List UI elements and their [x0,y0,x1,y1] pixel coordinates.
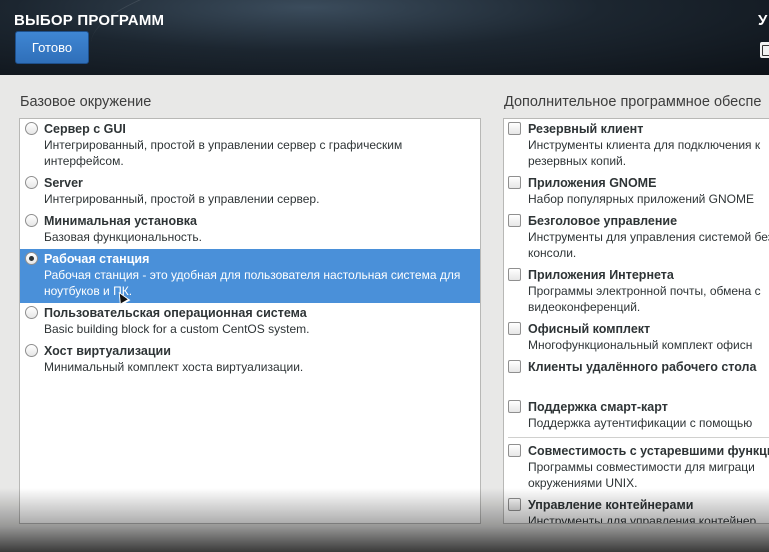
addon-item-backup-client[interactable]: Резервный клиент Инструменты клиента для… [504,119,769,173]
addon-item-remote-desktop-clients[interactable]: Клиенты удалённого рабочего стола [504,357,769,397]
addon-item-container-management[interactable]: Управление контейнерами Инструменты для … [504,495,769,524]
separator [508,437,769,438]
checkbox[interactable] [508,498,521,511]
env-desc: Интегрированный, простой в управлении се… [44,192,320,206]
env-name: Пользовательская операционная система [44,306,307,320]
addon-item-legacy-compat[interactable]: Совместимость с устаревшими функци Прогр… [504,441,769,495]
checkbox[interactable] [508,322,521,335]
addon-name: Безголовое управление [528,214,678,228]
env-desc: Минимальный комплект хоста виртуализации… [44,360,304,374]
env-item-server[interactable]: Server Интегрированный, простой в управл… [20,173,480,211]
addon-desc: Набор популярных приложений GNOME [528,192,755,206]
addon-item-smart-card-support[interactable]: Поддержка смарт-карт Поддержка аутентифи… [504,397,769,435]
env-item-workstation[interactable]: Рабочая станция Рабочая станция - это уд… [20,249,480,303]
addon-desc: Инструменты для управления системой без … [528,230,769,260]
addon-desc: Программы совместимости для миграци окру… [528,460,755,490]
addon-name: Совместимость с устаревшими функци [528,444,769,458]
env-desc: Basic building block for a custom CentOS… [44,322,310,336]
addon-name: Поддержка смарт-карт [528,400,668,414]
env-item-custom-os[interactable]: Пользовательская операционная система Ba… [20,303,480,341]
checkbox[interactable] [508,214,521,227]
addon-name: Управление контейнерами [528,498,694,512]
env-name: Минимальная установка [44,214,198,228]
addons-label: Дополнительное программное обеспе [504,94,762,110]
addon-name: Приложения GNOME [528,176,657,190]
env-name: Хост виртуализации [44,344,171,358]
env-item-server-gui[interactable]: Сервер с GUI Интегрированный, простой в … [20,119,480,173]
addon-spacer [528,375,769,393]
checkbox[interactable] [508,360,521,373]
env-item-virtualization-host[interactable]: Хост виртуализации Минимальный комплект … [20,341,480,379]
addon-item-gnome-apps[interactable]: Приложения GNOME Набор популярных прилож… [504,173,769,211]
checkbox[interactable] [508,400,521,413]
done-button[interactable]: Готово [15,31,89,64]
checkbox[interactable] [508,268,521,281]
addon-item-internet-apps[interactable]: Приложения Интернета Программы электронн… [504,265,769,319]
addon-item-headless-management[interactable]: Безголовое управление Инструменты для уп… [504,211,769,265]
radio-button-selected[interactable] [25,252,38,265]
page-title: ВЫБОР ПРОГРАММ [14,12,165,29]
env-item-minimal[interactable]: Минимальная установка Базовая функционал… [20,211,480,249]
addons-list: Резервный клиент Инструменты клиента для… [503,118,769,524]
addon-desc: Многофункциональный комплект офисн [528,338,753,352]
addon-desc: Инструменты для управления контейнер [528,514,757,524]
addon-name: Клиенты удалённого рабочего стола [528,360,757,374]
radio-button[interactable] [25,122,38,135]
addon-name: Резервный клиент [528,122,644,136]
header-decoration [85,0,769,75]
checkbox[interactable] [508,176,521,189]
base-environment-label: Базовое окружение [20,94,152,110]
top-header: ВЫБОР ПРОГРАММ Готово У [0,0,769,75]
env-desc: Базовая функциональность. [44,230,203,244]
checkbox[interactable] [508,444,521,457]
addon-name: Офисный комплект [528,322,651,336]
right-title-fragment: У [758,12,768,29]
radio-button[interactable] [25,306,38,319]
radio-button[interactable] [25,176,38,189]
checkbox[interactable] [508,122,521,135]
addon-desc: Инструменты клиента для подключения к ре… [528,138,761,168]
env-name: Server [44,176,83,190]
env-name: Рабочая станция [44,252,150,266]
addon-desc: Поддержка аутентификации с помощью [528,416,753,430]
addon-item-office-suite[interactable]: Офисный комплект Многофункциональный ком… [504,319,769,357]
env-name: Сервер с GUI [44,122,126,136]
env-desc: Интегрированный, простой в управлении се… [44,138,403,168]
env-desc: Рабочая станция - это удобная для пользо… [44,268,461,298]
addon-desc: Программы электронной почты, обмена с ви… [528,284,761,314]
base-environment-list: Сервер с GUI Интегрированный, простой в … [19,118,481,524]
radio-button[interactable] [25,214,38,227]
radio-button[interactable] [25,344,38,357]
keyboard-layout-icon[interactable] [760,42,769,58]
addon-name: Приложения Интернета [528,268,674,282]
